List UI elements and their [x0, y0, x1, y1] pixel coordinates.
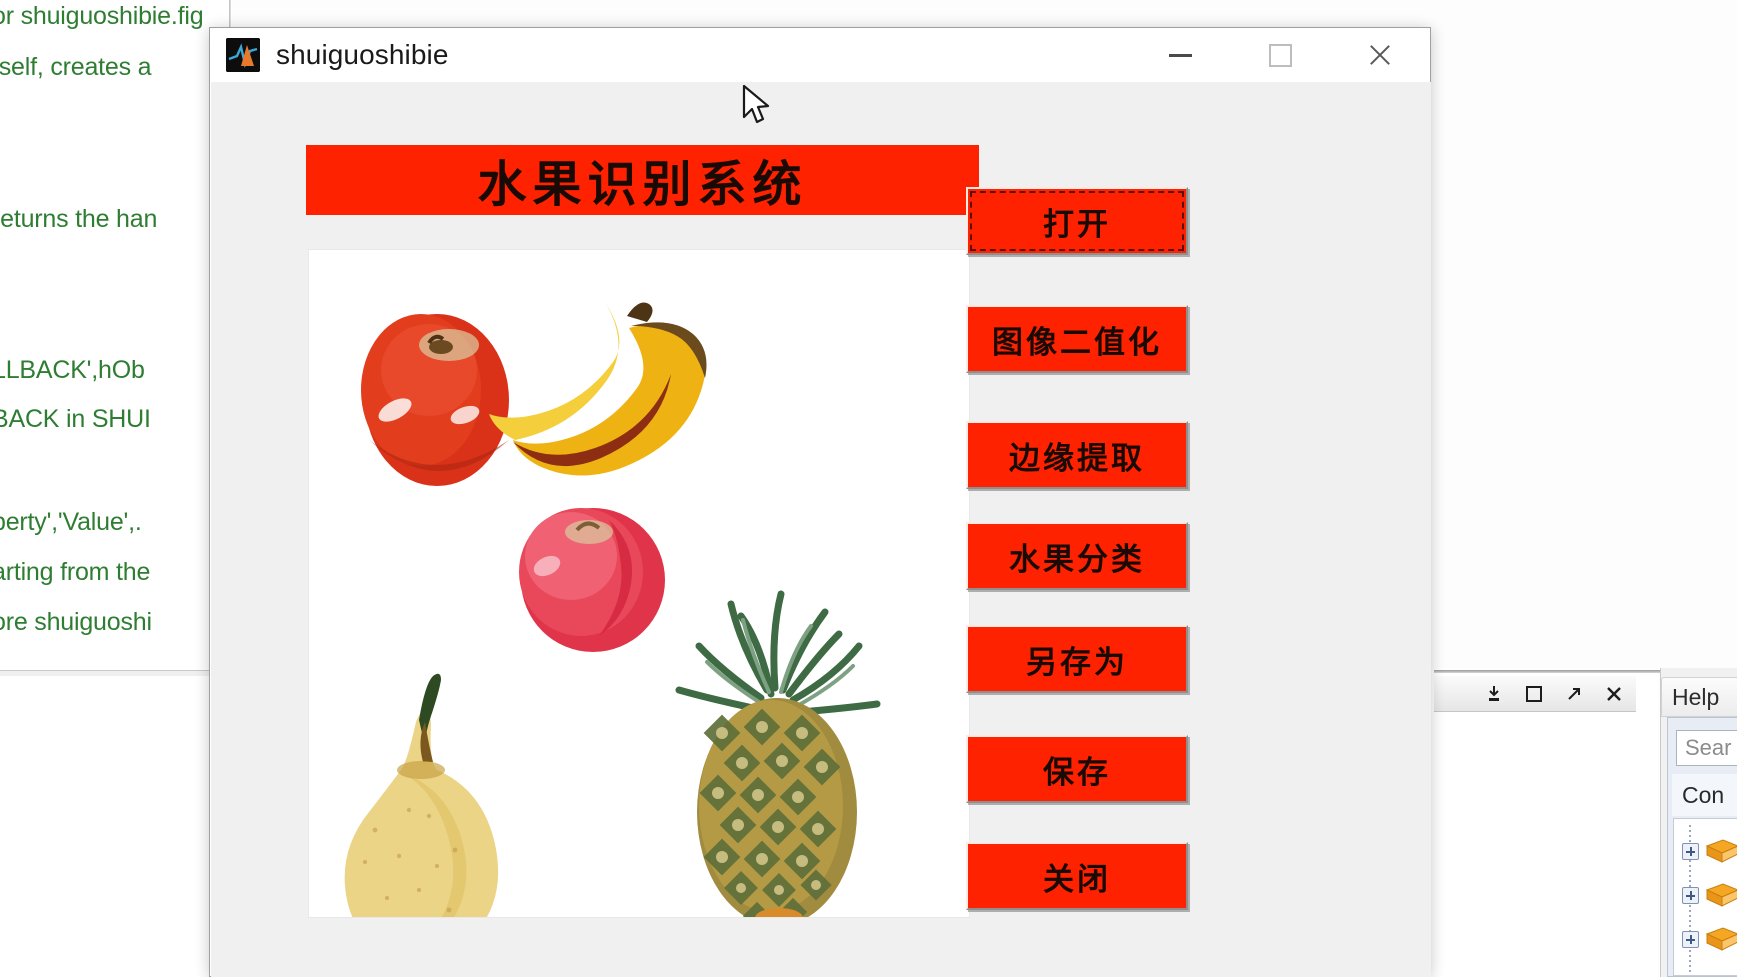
code-line: LLBACK',hOb [0, 356, 145, 384]
app-title-banner: 水果识别系统 [306, 145, 979, 215]
book-icon [1705, 839, 1737, 863]
code-line: returns the han [0, 205, 158, 233]
action-button-column: 打开 图像二值化 边缘提取 水果分类 另存为 保存 关闭 [966, 187, 1206, 947]
classify-button-label: 水果分类 [1009, 541, 1145, 578]
book-icon [1705, 883, 1737, 907]
book-icon [1705, 927, 1737, 951]
save-button[interactable]: 保存 [966, 735, 1188, 803]
help-tab-label: Help [1672, 683, 1720, 710]
expand-icon[interactable] [1682, 842, 1699, 860]
binarize-button[interactable]: 图像二值化 [966, 305, 1188, 373]
binarize-button-label: 图像二值化 [992, 324, 1162, 361]
help-panel: Help Sear Con [1660, 668, 1737, 977]
window-title: shuiguoshibie [276, 39, 449, 70]
maximize-icon[interactable] [1524, 684, 1544, 704]
code-line: or shuiguoshibie.fig [0, 2, 204, 30]
tab-help[interactable]: Help [1661, 677, 1737, 717]
help-contents-label: Con [1682, 781, 1725, 808]
close-icon [1367, 42, 1393, 68]
expand-icon[interactable] [1682, 886, 1699, 904]
save-as-button-label: 另存为 [1026, 644, 1128, 681]
help-contents-tree[interactable] [1673, 818, 1737, 976]
code-line: perty','Value',. [0, 508, 142, 536]
help-body: Sear Con [1667, 717, 1737, 977]
help-contents-header: Con [1672, 774, 1737, 816]
minimize-button[interactable] [1130, 28, 1230, 82]
code-line: arting from the [0, 558, 151, 586]
window-controls [1130, 28, 1430, 82]
help-search-placeholder: Sear [1685, 735, 1732, 760]
code-line: ore shuiguoshi [0, 608, 152, 636]
dock-icon[interactable] [1484, 684, 1504, 704]
fruit-image-axes[interactable] [308, 249, 970, 962]
open-button[interactable]: 打开 [966, 187, 1188, 255]
save-as-button[interactable]: 另存为 [966, 625, 1188, 693]
save-button-label: 保存 [1043, 754, 1111, 791]
code-line: BACK in SHUI [0, 405, 151, 433]
close-app-button-label: 关闭 [1043, 861, 1111, 898]
code-line: tself, creates a [0, 53, 152, 81]
docked-panel [1398, 668, 1658, 977]
minimize-icon [1168, 53, 1192, 57]
maximize-button[interactable] [1230, 28, 1330, 82]
open-button-label: 打开 [1043, 206, 1111, 243]
app-title-text: 水果识别系统 [477, 155, 808, 213]
edge-extract-button-label: 边缘提取 [1009, 440, 1145, 477]
expand-icon[interactable] [1682, 930, 1699, 948]
matlab-editor-background[interactable]: or shuiguoshibie.fig tself, creates a re… [0, 0, 232, 676]
matlab-icon [226, 38, 260, 72]
edge-extract-button[interactable]: 边缘提取 [966, 421, 1188, 489]
close-app-button[interactable]: 关闭 [966, 842, 1188, 910]
figure-content: 水果识别系统 打开 图像二值化 边缘提取 水果分类 另存为 保存 关闭 [211, 82, 1431, 977]
editor-lower-area [0, 676, 210, 977]
help-search-input[interactable]: Sear [1676, 730, 1737, 766]
close-window-button[interactable] [1330, 28, 1430, 82]
close-icon[interactable] [1604, 684, 1624, 704]
undock-icon[interactable] [1564, 684, 1584, 704]
figure-window: shuiguoshibie 水果识别系统 打开 图像二值化 边缘提取 水果分类 … [209, 27, 1431, 977]
title-bar[interactable]: shuiguoshibie [210, 28, 1430, 82]
fruit-photo [309, 250, 969, 962]
panel-toolbar [1434, 676, 1636, 712]
maximize-icon [1268, 43, 1292, 67]
screen: or shuiguoshibie.fig tself, creates a re… [0, 0, 1737, 977]
classify-button[interactable]: 水果分类 [966, 522, 1188, 590]
